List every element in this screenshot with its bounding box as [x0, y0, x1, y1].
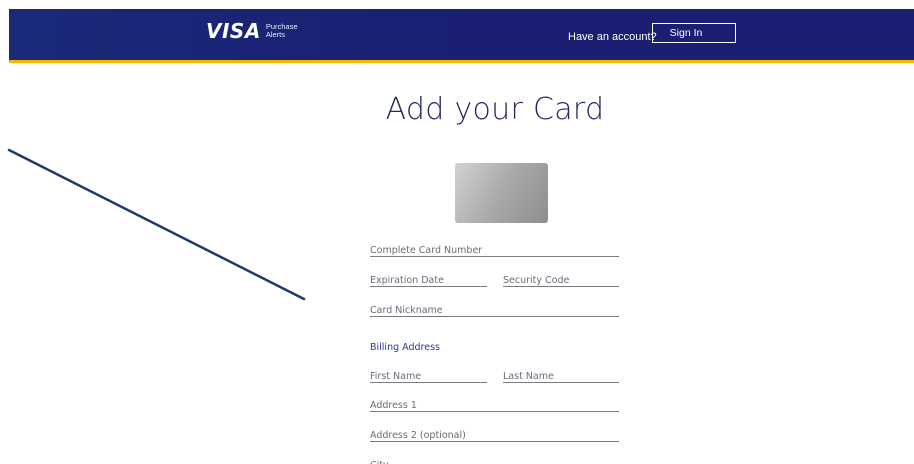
card-placeholder-image	[455, 163, 548, 223]
expiration-date-field[interactable]	[370, 270, 487, 288]
header-accent-stripe	[9, 60, 914, 63]
last-name-input[interactable]	[503, 369, 619, 384]
page: VISA Purchase Alerts Have an account? Si…	[0, 0, 914, 464]
address1-input[interactable]	[370, 398, 619, 413]
visa-logo-mark: VISA	[206, 19, 261, 43]
first-name-input[interactable]	[370, 369, 487, 384]
card-number-input[interactable]	[370, 243, 619, 258]
expiration-date-input[interactable]	[370, 273, 487, 288]
logo-subtitle-line2: Alerts	[265, 30, 285, 39]
first-name-field[interactable]	[370, 366, 487, 384]
annotation-line	[7, 148, 306, 301]
city-input[interactable]	[370, 458, 619, 464]
last-name-field[interactable]	[503, 366, 619, 384]
security-code-field[interactable]	[503, 270, 619, 288]
card-nickname-field[interactable]	[370, 300, 619, 318]
city-field[interactable]	[370, 455, 619, 464]
address2-field[interactable]	[370, 425, 619, 443]
sign-in-label: Sign In	[669, 27, 703, 39]
logo-subtitle: Purchase Alerts	[266, 23, 298, 39]
page-title: Add your Card	[385, 92, 605, 127]
top-header	[9, 9, 914, 60]
card-nickname-input[interactable]	[370, 303, 619, 318]
have-account-prompt: Have an account?	[568, 31, 657, 43]
address1-field[interactable]	[370, 395, 619, 413]
visa-purchase-alerts-logo[interactable]: VISA Purchase Alerts	[206, 21, 298, 41]
security-code-input[interactable]	[503, 273, 619, 288]
address2-input[interactable]	[370, 428, 619, 443]
sign-in-button[interactable]: Sign In	[652, 23, 736, 43]
card-number-field[interactable]	[370, 240, 619, 258]
billing-address-heading: Billing Address	[370, 342, 440, 353]
